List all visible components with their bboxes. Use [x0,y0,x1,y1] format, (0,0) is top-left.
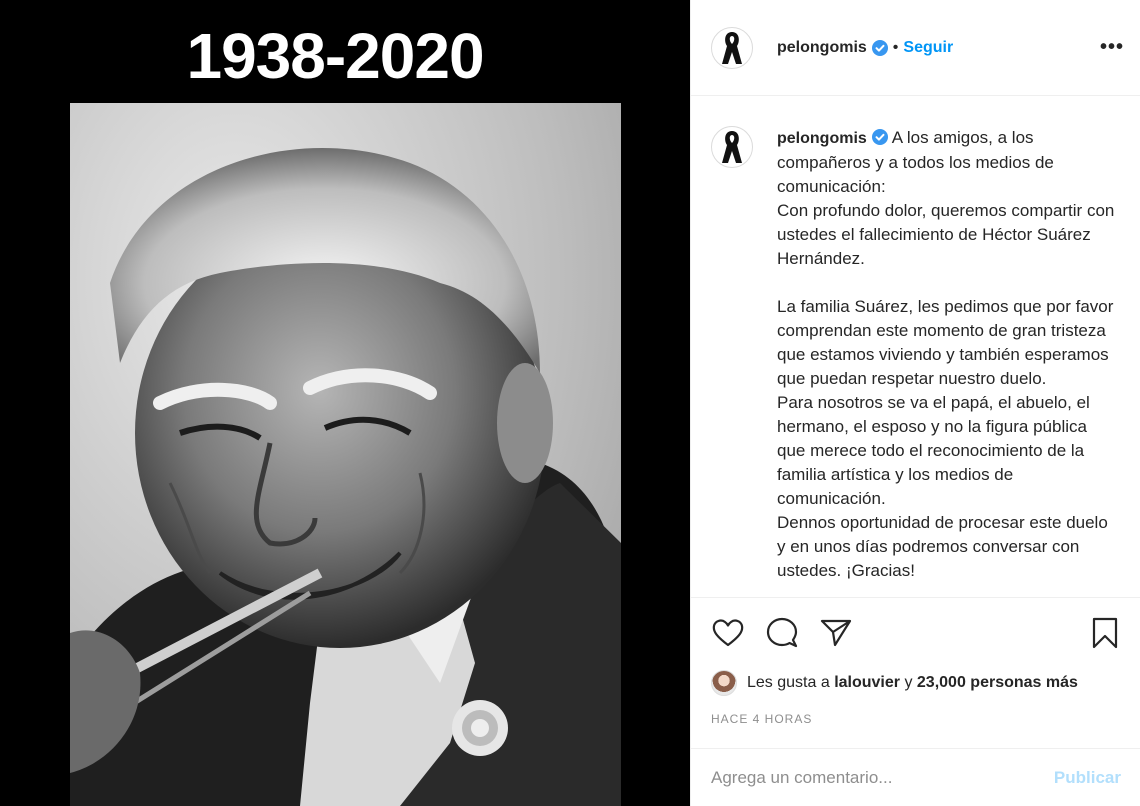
more-options-icon[interactable]: ••• [1100,36,1124,59]
comment-button[interactable] [765,616,799,650]
likes-prefix: Les gusta a [747,674,830,691]
comment-input[interactable] [711,767,1054,788]
like-button[interactable] [711,616,745,650]
caption-blank-line: ​ [777,271,1116,295]
separator-dot: • [892,38,899,56]
caption-line-2: Con profundo dolor, queremos compartir c… [777,201,1120,268]
likes-connector: y [904,674,913,691]
instagram-post: 1938-2020 pelongomis • Seguir ••• pelong… [0,0,1140,806]
caption-avatar[interactable] [711,126,753,168]
years-title: 1938-2020 [186,20,484,92]
portrait-illustration [70,148,621,806]
heart-icon [712,619,744,647]
likes-row: Les gusta a lalouvier y 23,000 personas … [691,668,1140,698]
liker-avatar[interactable] [711,670,737,696]
action-bar [691,598,1140,668]
header-username[interactable]: pelongomis [777,39,867,57]
caption-paragraph: pelongomis A los amigos, a los compañeros… [777,126,1116,199]
caption-section: pelongomis A los amigos, a los compañeros… [691,96,1140,598]
caption-line-4: Para nosotros se va el papá, el abuelo, … [777,393,1095,508]
publish-button[interactable]: Publicar [1054,768,1121,788]
share-button[interactable] [819,616,853,650]
likes-count[interactable]: 23,000 personas más [917,674,1078,692]
verified-badge-icon [871,39,888,56]
mourning-ribbon-icon [722,31,742,64]
comment-bar: Publicar [691,748,1140,806]
liker-username[interactable]: lalouvier [834,674,900,692]
caption-line-5: Dennos oportunidad de procesar este duel… [777,513,1113,580]
caption-line-3: La familia Suárez, les pedimos que por f… [777,297,1119,388]
caption-text: pelongomis A los amigos, a los compañeros… [777,126,1116,597]
follow-button[interactable]: Seguir [903,39,953,57]
bookmark-icon [1092,617,1118,649]
portrait-photo [70,103,621,806]
post-timestamp[interactable]: HACE 4 HORAS [691,698,1140,738]
verified-badge-icon [871,129,888,145]
post-media[interactable]: 1938-2020 [0,0,690,806]
caption-username[interactable]: pelongomis [777,130,867,147]
comment-icon [766,617,798,648]
save-button[interactable] [1088,616,1122,650]
post-header: pelongomis • Seguir ••• [691,0,1140,96]
profile-avatar[interactable] [711,26,753,69]
post-sidebar: pelongomis • Seguir ••• pelongomis A los … [690,0,1140,806]
paper-plane-icon [820,619,852,647]
mourning-ribbon-icon [722,131,742,163]
